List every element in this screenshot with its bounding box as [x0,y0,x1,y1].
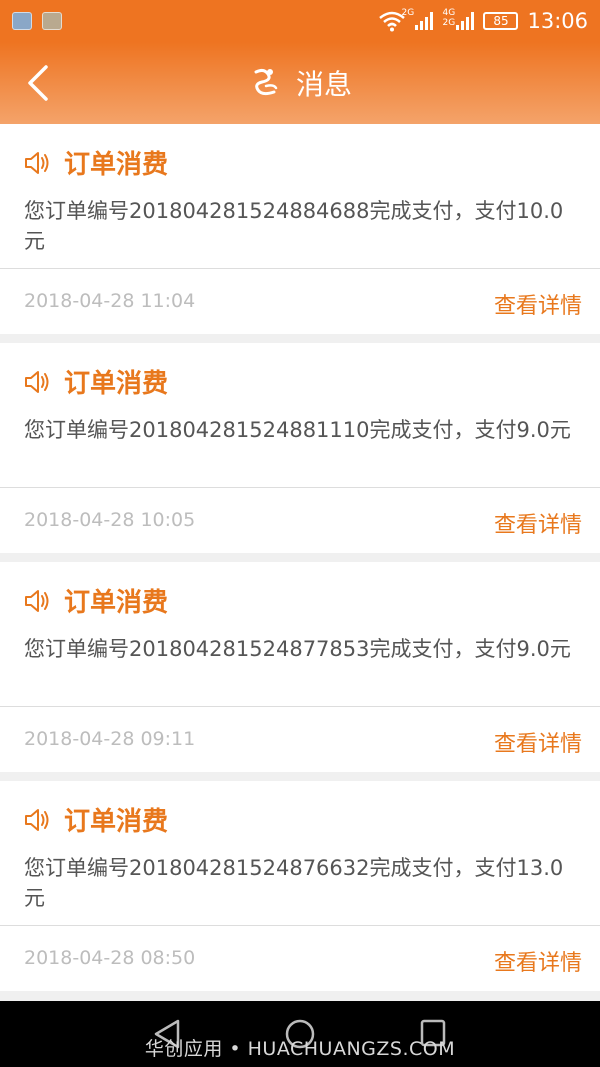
message-card[interactable]: 订单消费 您订单编号201804281524876632完成支付，支付13.0元… [0,781,600,991]
message-time: 2018-04-28 08:50 [24,947,196,969]
battery-icon: 85 [483,12,519,30]
speaker-icon [25,151,49,174]
message-card[interactable]: 订单消费 您订单编号201804281524881110完成支付，支付9.0元 … [0,343,600,553]
header-center: 消息 [248,63,352,103]
card-header: 订单消费 [24,144,168,181]
divider [0,925,600,926]
signal-1-icon: 2G [401,8,434,30]
view-details-link[interactable]: 查看详情 [494,288,582,320]
message-time: 2018-04-28 11:04 [24,290,196,312]
message-card[interactable]: 订单消费 您订单编号201804281524877853完成支付，支付9.0元 … [0,562,600,772]
message-time: 2018-04-28 09:11 [24,728,196,750]
message-body: 您订单编号201804281524877853完成支付，支付9.0元 [24,637,571,661]
notification-image-icon [12,12,32,30]
divider [0,268,600,269]
message-title: 订单消费 [64,588,169,618]
divider [0,706,600,707]
speaker-icon [25,370,49,393]
chevron-left-icon[interactable] [22,63,62,103]
message-time: 2018-04-28 10:05 [24,509,196,531]
divider [0,487,600,488]
message-body: 您订单编号201804281524884688完成支付，支付10.0元 [24,199,564,253]
speaker-icon [25,589,49,612]
page-title: 消息 [295,68,352,101]
status-time: 13:06 [527,9,588,33]
message-title: 订单消费 [64,369,169,399]
message-card[interactable]: 订单消费 您订单编号201804281524884688完成支付，支付10.0元… [0,124,600,334]
card-header: 订单消费 [24,363,168,400]
view-details-link[interactable]: 查看详情 [494,726,582,758]
card-header: 订单消费 [24,582,168,619]
watermark: 华创应用 • HUACHUANGZS.COM [144,1038,456,1060]
signal-2-icon: 4G 2G [442,8,475,30]
header-bar: 消息 [0,42,600,124]
message-body: 您订单编号201804281524881110完成支付，支付9.0元 [24,418,571,442]
view-details-link[interactable]: 查看详情 [494,507,582,539]
message-list: 订单消费 您订单编号201804281524884688完成支付，支付10.0元… [0,124,600,1000]
status-bar: 2G 4G 2G 85 13:06 [0,0,600,42]
card-header: 订单消费 [24,801,168,838]
message-title: 订单消费 [64,807,169,837]
view-details-link[interactable]: 查看详情 [494,945,582,977]
dragon-logo-icon [254,68,278,96]
message-body: 您订单编号201804281524876632完成支付，支付13.0元 [24,856,564,910]
notification-gallery-icon [42,12,62,30]
message-title: 订单消费 [64,150,169,180]
speaker-icon [25,808,49,831]
